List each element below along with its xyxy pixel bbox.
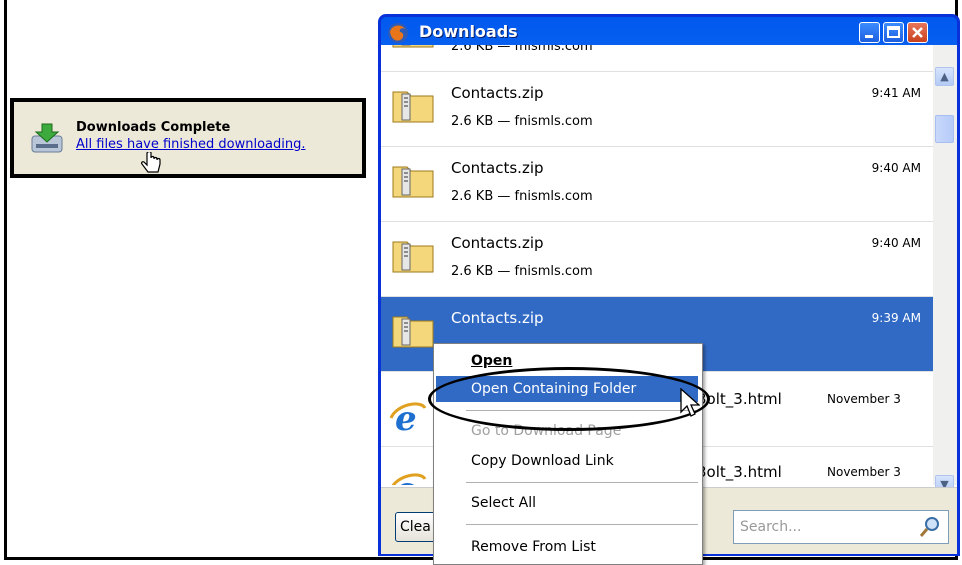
download-filename: Contacts.zip	[451, 234, 544, 252]
download-time: 9:39 AM	[871, 311, 921, 325]
menu-item-go-to-download-page: Go to Download Page	[471, 423, 622, 439]
download-meta: 2.6 KB — fnismls.com	[451, 45, 593, 54]
window-title: Downloads	[419, 22, 518, 41]
zip-file-icon	[392, 45, 434, 48]
menu-item-copy-download-link[interactable]: Copy Download Link	[436, 448, 698, 474]
minimize-icon	[865, 35, 873, 38]
menu-separator	[466, 482, 698, 483]
downloads-complete-notification[interactable]: Downloads Complete All files have finish…	[10, 98, 366, 178]
menu-item-select-all[interactable]: Select All	[436, 490, 698, 516]
hand-cursor-icon	[141, 152, 161, 173]
download-filename: 3olt_3.html	[697, 463, 782, 481]
vertical-scrollbar[interactable]: ▲ ▼	[933, 45, 957, 494]
download-time: 9:40 AM	[871, 161, 921, 175]
menu-item-remove-from-list[interactable]: Remove From List	[436, 534, 698, 560]
search-icon	[919, 517, 939, 537]
title-bar[interactable]: Downloads	[381, 17, 957, 45]
download-item[interactable]: 2.6 KB — fnismls.com	[381, 45, 933, 72]
scroll-thumb[interactable]	[935, 115, 954, 143]
download-time: 9:41 AM	[871, 86, 921, 100]
maximize-icon	[887, 26, 900, 38]
download-meta: 2.6 KB — fnismls.com	[451, 264, 593, 279]
download-item[interactable]: Contacts.zip 2.6 KB — fnismls.com 9:41 A…	[381, 72, 933, 147]
download-filename: 3olt_3.html	[697, 390, 782, 408]
search-input[interactable]: Search...	[733, 510, 949, 544]
zip-file-icon	[392, 91, 434, 123]
chevron-up-icon: ▲	[940, 70, 949, 83]
scroll-up-button[interactable]: ▲	[935, 67, 954, 86]
menu-separator	[466, 410, 698, 411]
notification-title: Downloads Complete	[76, 120, 231, 135]
download-time: November 3	[827, 392, 901, 406]
close-icon	[912, 27, 923, 38]
download-filename: Contacts.zip	[451, 159, 544, 177]
ie-file-icon: e	[389, 399, 427, 436]
maximize-button[interactable]	[883, 22, 904, 43]
context-menu: Open Open Containing Folder Go to Downlo…	[433, 343, 703, 565]
minimize-button[interactable]	[859, 22, 880, 43]
search-placeholder: Search...	[740, 519, 802, 535]
menu-separator	[466, 524, 698, 525]
notification-link[interactable]: All files have finished downloading.	[76, 137, 306, 152]
zip-file-icon	[392, 241, 434, 273]
download-item[interactable]: Contacts.zip 2.6 KB — fnismls.com 9:40 A…	[381, 222, 933, 297]
zip-file-icon	[392, 166, 434, 198]
download-filename: Contacts.zip	[451, 84, 544, 102]
download-meta: 2.6 KB — fnismls.com	[451, 114, 593, 129]
close-button[interactable]	[907, 22, 928, 43]
zip-file-icon	[392, 316, 434, 348]
menu-item-open-containing-folder[interactable]: Open Containing Folder	[436, 376, 698, 402]
download-tray-icon	[31, 123, 63, 153]
download-filename: Contacts.zip	[451, 309, 544, 327]
menu-item-open[interactable]: Open	[436, 348, 698, 374]
arrow-cursor-icon	[680, 388, 700, 417]
firefox-icon	[388, 23, 408, 43]
download-item[interactable]: Contacts.zip 2.6 KB — fnismls.com 9:40 A…	[381, 147, 933, 222]
download-time: 9:40 AM	[871, 236, 921, 250]
ie-file-icon: e	[391, 470, 427, 485]
download-meta: 2.6 KB — fnismls.com	[451, 189, 593, 204]
menu-item-label: Open	[471, 353, 513, 369]
download-time: November 3	[827, 465, 901, 479]
